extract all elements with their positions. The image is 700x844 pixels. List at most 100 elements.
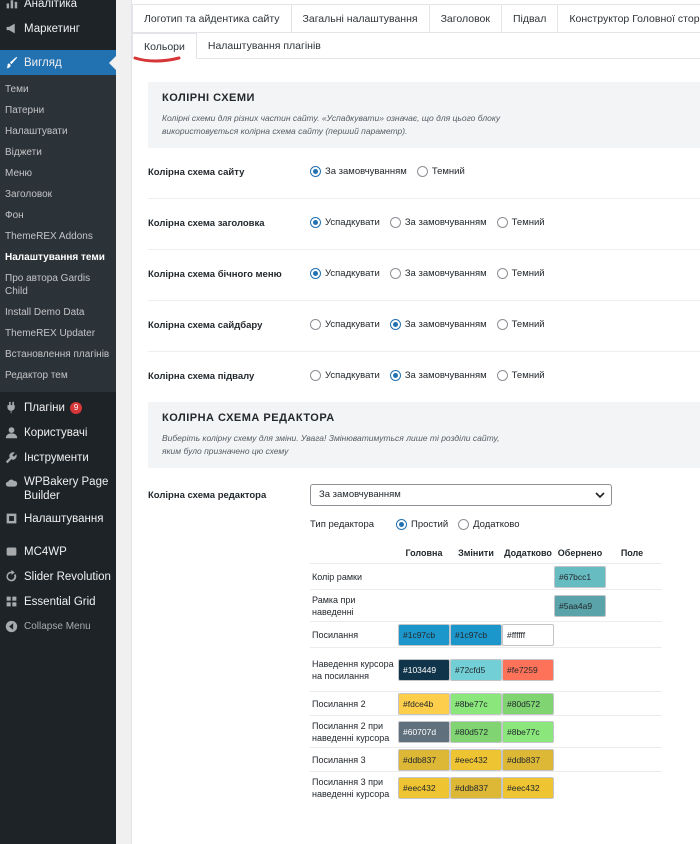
color-swatch-input[interactable]: #5aa4a9 xyxy=(554,594,606,617)
radio-default[interactable]: За замовчуванням xyxy=(389,217,487,228)
radio-inherit[interactable]: Успадкувати xyxy=(310,319,380,330)
radio-default[interactable]: За замовчуванням xyxy=(310,166,407,177)
sidebar-item-appearance[interactable]: Вигляд xyxy=(0,50,116,75)
color-table-row: Рамка при наведенні #5aa4a9 xyxy=(310,589,662,621)
radio-button[interactable] xyxy=(310,217,321,228)
color-swatch-input[interactable]: #ddb837 xyxy=(450,776,502,799)
color-swatch-input[interactable]: #ddb837 xyxy=(398,748,450,771)
color-swatch-input[interactable]: #1c97cb xyxy=(450,623,502,646)
color-swatch-input[interactable]: #80d572 xyxy=(502,692,554,715)
color-swatch-input[interactable]: #ffffff xyxy=(502,623,554,646)
radio-dark[interactable]: Темний xyxy=(496,268,545,279)
color-table-header: Головна Змінити Додатково Обернено Поле xyxy=(310,543,662,563)
color-cell: #5aa4a9 xyxy=(554,594,606,618)
radio-default[interactable]: За замовчуванням xyxy=(389,268,487,279)
color-swatch-input[interactable]: #8be77c xyxy=(502,720,554,743)
radio-button[interactable] xyxy=(416,166,428,177)
radio-button[interactable] xyxy=(310,319,321,330)
color-swatch-input[interactable]: #80d572 xyxy=(450,720,502,743)
color-table-row: Посилання 2 при наведенні курсора #60707d… xyxy=(310,715,662,747)
radio-default[interactable]: За замовчуванням xyxy=(389,370,487,381)
radio-dark[interactable]: Темний xyxy=(496,217,545,228)
editor-scheme-select[interactable]: За замовчуванням xyxy=(310,484,612,506)
sidebar-item-slider-revolution[interactable]: Slider Revolution xyxy=(0,564,116,589)
tab-logo[interactable]: Логотип та айдентика сайту xyxy=(132,4,292,33)
tab-footer[interactable]: Підвал xyxy=(500,4,559,33)
radio-button[interactable] xyxy=(458,519,470,530)
color-cell xyxy=(606,658,658,682)
radio-button[interactable] xyxy=(496,319,508,330)
sidebar-item-label: Essential Grid xyxy=(24,595,96,608)
submenu-item-install-demo[interactable]: Install Demo Data xyxy=(0,302,116,323)
sidebar-item-marketing[interactable]: Маркетинг xyxy=(0,16,116,41)
column-header: Поле xyxy=(620,548,644,558)
sidebar-item-essential-grid[interactable]: Essential Grid xyxy=(0,589,116,614)
color-swatch-input[interactable]: #103449 xyxy=(398,658,450,681)
submenu-item-header[interactable]: Заголовок xyxy=(0,184,116,205)
color-cell xyxy=(606,594,658,618)
color-swatch-input[interactable]: #fdce4b xyxy=(398,692,450,715)
submenu-item-background[interactable]: Фон xyxy=(0,205,116,226)
sidebar-item-plugins[interactable]: Плагіни 9 xyxy=(0,395,116,420)
color-row-label: Колір рамки xyxy=(312,571,362,582)
color-swatch-input[interactable]: #60707d xyxy=(398,720,450,743)
radio-default[interactable]: За замовчуванням xyxy=(389,319,487,330)
radio-button[interactable] xyxy=(310,166,321,177)
color-swatch-input[interactable]: #eec432 xyxy=(502,776,554,799)
sidebar-item-users[interactable]: Користувачі xyxy=(0,420,116,445)
color-cell xyxy=(450,594,502,618)
submenu-item-menus[interactable]: Меню xyxy=(0,163,116,184)
radio-button[interactable] xyxy=(389,217,401,228)
color-swatch-input[interactable]: #eec432 xyxy=(450,748,502,771)
submenu-item-themes[interactable]: Теми xyxy=(0,79,116,100)
tab-header[interactable]: Заголовок xyxy=(428,4,502,33)
radio-dark[interactable]: Темний xyxy=(496,319,545,330)
submenu-item-themerex-updater[interactable]: ThemeREX Updater xyxy=(0,323,116,344)
tab-plugin-settings[interactable]: Налаштування плагінів xyxy=(197,33,332,59)
sidebar-item-tools[interactable]: Інструменти xyxy=(0,445,116,470)
color-swatch-input[interactable]: #eec432 xyxy=(398,776,450,799)
submenu-item-theme-editor[interactable]: Редактор тем xyxy=(0,365,116,386)
submenu-item-theme-options[interactable]: Налаштування теми xyxy=(0,247,116,268)
radio-inherit[interactable]: Успадкувати xyxy=(310,268,380,279)
submenu-item-about-author[interactable]: Про автора Gardis Child xyxy=(0,268,116,302)
radio-dark[interactable]: Темний xyxy=(496,370,545,381)
radio-button[interactable] xyxy=(389,319,401,330)
submenu-item-customize[interactable]: Налаштувати xyxy=(0,121,116,142)
sidebar-item-analytics[interactable]: Аналітика xyxy=(0,0,116,16)
submenu-item-install-plugins[interactable]: Встановлення плагінів xyxy=(0,344,116,365)
radio-advanced[interactable]: Додатково xyxy=(458,519,520,530)
submenu-item-themerex-addons[interactable]: ThemeREX Addons xyxy=(0,226,116,247)
radio-button[interactable] xyxy=(310,268,321,279)
radio-button[interactable] xyxy=(496,268,508,279)
radio-label: Темний xyxy=(511,319,545,330)
submenu-item-patterns[interactable]: Патерни xyxy=(0,100,116,121)
sidebar-item-wpbakery[interactable]: WPBakery Page Builder xyxy=(0,470,116,506)
column-header: Обернено xyxy=(557,548,603,558)
radio-button[interactable] xyxy=(496,217,508,228)
radio-inherit[interactable]: Успадкувати xyxy=(310,370,380,381)
color-swatch-input[interactable]: #8be77c xyxy=(450,692,502,715)
radio-simple[interactable]: Простий xyxy=(396,519,448,530)
radio-button[interactable] xyxy=(389,370,401,381)
color-swatch-input[interactable]: #ddb837 xyxy=(502,748,554,771)
color-swatch-input[interactable]: #72cfd5 xyxy=(450,658,502,681)
radio-inherit[interactable]: Успадкувати xyxy=(310,217,380,228)
color-swatch-input[interactable]: #fe7259 xyxy=(502,658,554,681)
color-cell xyxy=(398,565,450,589)
sidebar-item-mc4wp[interactable]: MC4WP xyxy=(0,539,116,564)
color-swatch-input[interactable]: #1c97cb xyxy=(398,623,450,646)
radio-label: Простий xyxy=(411,519,449,530)
submenu-item-widgets[interactable]: Віджети xyxy=(0,142,116,163)
radio-dark[interactable]: Темний xyxy=(416,166,465,177)
radio-button[interactable] xyxy=(389,268,401,279)
radio-button[interactable] xyxy=(496,370,508,381)
tab-homepage-builder[interactable]: Конструктор Головної сторінки xyxy=(557,4,700,33)
collapse-menu-button[interactable]: Collapse Menu xyxy=(0,614,116,639)
tab-general[interactable]: Загальні налаштування xyxy=(290,4,430,33)
radio-button[interactable] xyxy=(310,370,321,381)
sidebar-item-settings[interactable]: Налаштування xyxy=(0,506,116,531)
radio-label: Темний xyxy=(511,370,545,381)
color-swatch-input[interactable]: #67bcc1 xyxy=(554,565,606,588)
radio-button[interactable] xyxy=(396,519,408,530)
